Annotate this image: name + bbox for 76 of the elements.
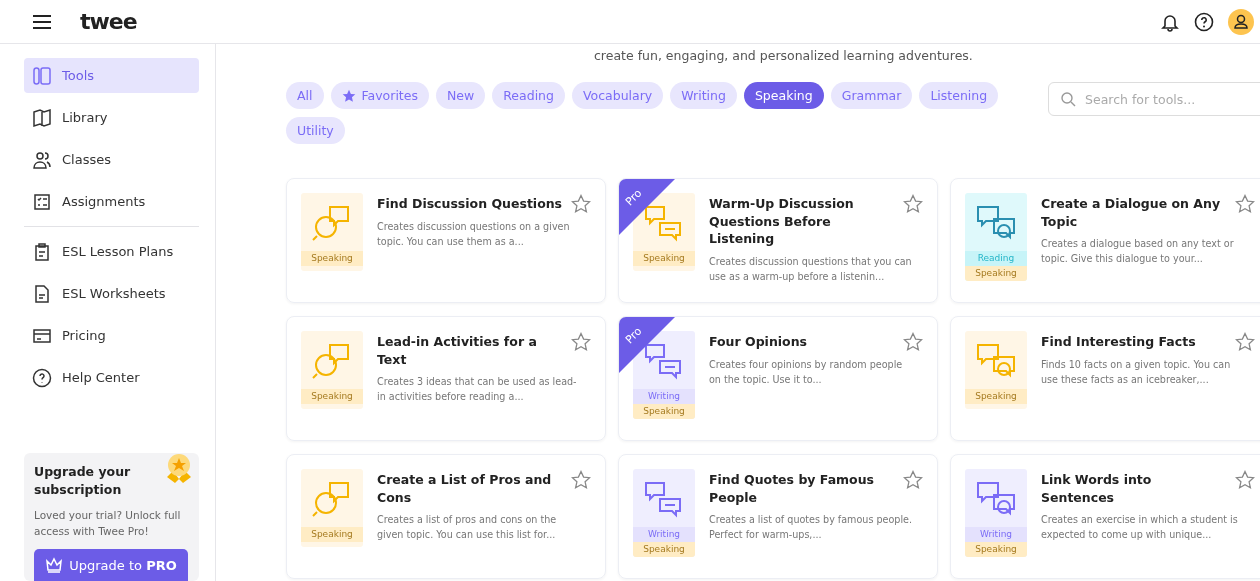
sidebar-item[interactable]: ESL Worksheets [24, 276, 199, 311]
category-tag: Speaking [633, 404, 695, 419]
menu-icon[interactable] [32, 14, 52, 29]
tool-description: Creates four opinions by random people on the topic. Use it to... [709, 357, 904, 387]
sidebar-item[interactable]: Pricing [24, 318, 199, 353]
upgrade-button[interactable]: Upgrade to PRO [34, 549, 188, 581]
tool-card[interactable]: Speaking Lead-in Activities for a Text Creates 3 ideas that can be used as lead-in activities before reading a... [286, 316, 606, 441]
tool-title: Find Quotes by Famous People [709, 471, 876, 506]
tool-card[interactable]: Speaking Find Discussion Questions Creates discussion questions on a given topic. You can use them as a... [286, 178, 606, 303]
favorite-star-icon[interactable] [571, 332, 591, 352]
category-tag: Speaking [965, 389, 1027, 404]
tool-title: Link Words into Sentences [1041, 471, 1153, 506]
page-subtitle: create fun, engaging, and personalized learning adventures. [594, 48, 974, 63]
checklist-icon [32, 191, 52, 212]
tools-icon [32, 65, 52, 86]
tool-title: Create a List of Pros and Cons [377, 471, 553, 506]
tool-description: Creates a list of pros and cons on the given topic. You can use this list for... [377, 513, 558, 542]
favorite-star-icon[interactable] [1235, 470, 1255, 490]
category-tag: Writing [633, 389, 695, 404]
category-tag: Speaking [965, 266, 1027, 281]
favorite-star-icon[interactable] [903, 470, 923, 490]
category-tag: Speaking [301, 527, 363, 542]
star-icon [341, 88, 356, 103]
help-icon [32, 367, 52, 388]
users-icon [32, 149, 52, 170]
category-tag: Speaking [633, 251, 695, 266]
search-field[interactable]: Search for tools... [1048, 82, 1260, 116]
tool-title: Lead-in Activities for a Text [377, 333, 538, 368]
filter-chip[interactable]: Speaking [743, 82, 824, 109]
tool-card[interactable]: Reading Speaking Create a Dialogue on Any Topic Creates a dialogue based on any text or topic. Give this dialogue to your... [950, 178, 1260, 303]
favorite-star-icon[interactable] [1235, 194, 1255, 214]
category-tag: Writing [965, 527, 1027, 542]
book-icon [32, 107, 52, 128]
tool-card[interactable]: Writing Speaking Link Words into Sentences Creates an exercise in which a student is expected to come up with unique... [950, 454, 1260, 579]
category-tag: Reading [965, 251, 1027, 266]
tool-title: Find Interesting Facts [1041, 333, 1197, 351]
clipboard-icon [32, 241, 52, 262]
sidebar-item[interactable]: Library [24, 100, 199, 135]
tool-title: Create a Dialogue on Any Topic [1041, 195, 1222, 230]
upgrade-text: Loved your trial? Unlock full access with Twee Pro! [34, 508, 182, 539]
upgrade-title: Upgrade your subscription [34, 463, 132, 499]
tool-card[interactable]: Writing Speaking Find Quotes by Famous People Creates a list of quotes by famous people. Perfect for warm-ups,... [618, 454, 938, 579]
category-tag: Speaking [965, 542, 1027, 557]
tool-description: Creates discussion questions on a given topic. You can use them as a... [377, 219, 571, 249]
help-icon[interactable] [1194, 11, 1214, 32]
favorite-star-icon[interactable] [1235, 332, 1255, 352]
favorite-star-icon[interactable] [571, 470, 591, 490]
avatar-icon[interactable] [1228, 8, 1254, 35]
sidebar-item[interactable]: Classes [24, 142, 199, 177]
favorite-star-icon[interactable] [571, 194, 591, 214]
tool-description: Creates discussion questions that you can use as a warm-up before a listenin... [709, 254, 913, 284]
tool-card[interactable]: Pro Speaking Warm-Up Discussion Questions Before Listening Creates discussion questions that you can use as a warm-up before a listenin... [618, 178, 938, 303]
sidebar-item[interactable]: Assignments [24, 184, 199, 219]
category-tag: Speaking [633, 542, 695, 557]
document-icon [32, 283, 52, 304]
tool-card[interactable]: Speaking Create a List of Pros and Cons Creates a list of pros and cons on the given topic. You can use this list for... [286, 454, 606, 579]
category-tag: Speaking [301, 389, 363, 404]
tool-title: Four Opinions [709, 333, 808, 351]
tool-description: Creates 3 ideas that can be used as lead-in activities before reading a... [377, 375, 578, 404]
category-tag: Writing [633, 527, 695, 542]
tool-title: Find Discussion Questions [377, 195, 563, 213]
category-tag: Speaking [301, 251, 363, 266]
sidebar-item[interactable]: ESL Lesson Plans [24, 234, 199, 269]
sidebar-item[interactable]: Help Center [24, 360, 199, 395]
tool-title: Warm-Up Discussion Questions Before Listening [709, 195, 855, 248]
tool-card[interactable]: Speaking Find Interesting Facts Finds 10 facts on a given topic. You can use these facts as an icebreaker,... [950, 316, 1260, 441]
tool-description: Finds 10 facts on a given topic. You can use these facts as an icebreaker,... [1041, 357, 1232, 387]
tool-description: Creates a list of quotes by famous people. Perfect for warm-ups,... [709, 513, 914, 542]
tool-card[interactable]: Pro Writing Speaking Four Opinions Creates four opinions by random people on the topic. Use it to... [618, 316, 938, 441]
favorite-star-icon[interactable] [903, 332, 923, 352]
favorite-star-icon[interactable] [903, 194, 923, 214]
logo[interactable]: twee [80, 9, 137, 34]
sidebar-item[interactable]: Tools [24, 58, 199, 93]
tool-description: Creates a dialogue based on any text or topic. Give this dialogue to your... [1041, 237, 1235, 266]
crown-icon [45, 557, 64, 573]
tool-description: Creates an exercise in which a student is expected to come up with unique... [1041, 513, 1239, 542]
